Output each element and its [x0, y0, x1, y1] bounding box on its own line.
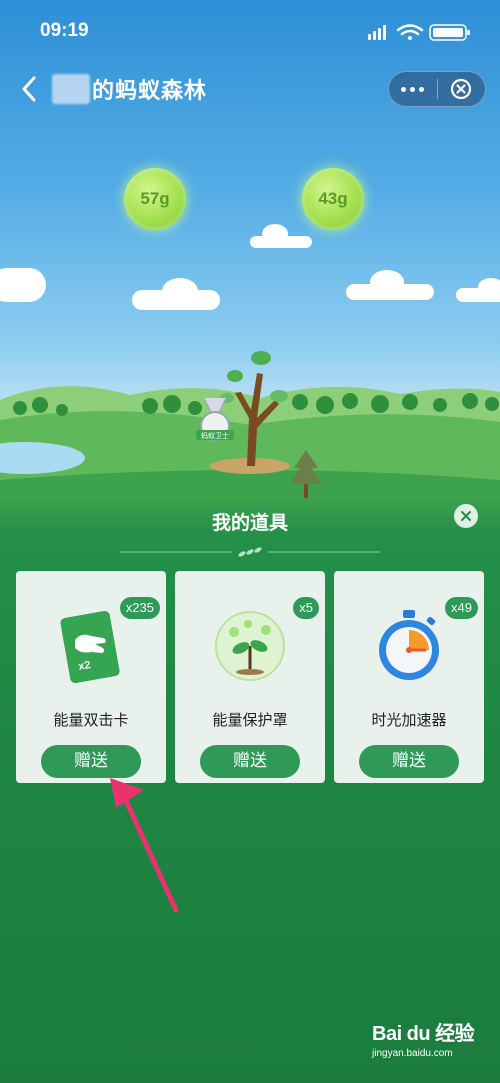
dot-icon — [401, 86, 407, 92]
item-name: 时光加速器 — [371, 711, 447, 729]
card-multiplier-label: x2 — [77, 659, 91, 673]
energy-ball[interactable]: 57g — [124, 168, 186, 230]
panel-close-button[interactable] — [454, 504, 478, 528]
plant-protection-shield-icon — [215, 611, 285, 681]
leaf-divider — [120, 547, 380, 557]
cloud — [370, 270, 404, 294]
item-count-badge: x49 — [445, 597, 478, 619]
watermark-url: jingyan.baidu.com — [372, 1048, 453, 1059]
medal-badge-icon: 蚂蚁卫士 — [196, 398, 234, 441]
stopwatch-icon — [379, 610, 439, 680]
miniprogram-capsule — [388, 71, 486, 107]
dot-icon — [419, 86, 425, 92]
wifi-icon — [396, 24, 424, 36]
page-title-text: 的蚂蚁森林 — [92, 79, 208, 104]
nav-bar: 的蚂蚁森林 — [0, 64, 500, 114]
tool-card-double-click: x235 x2 能量双击卡 赠送 — [16, 571, 166, 783]
cloud — [162, 278, 198, 304]
close-circle-icon — [451, 78, 472, 100]
gift-button[interactable]: 赠送 — [359, 745, 459, 778]
tool-card-time-accelerator: x49 时光加速器 赠送 — [334, 571, 484, 783]
battery-icon — [429, 24, 470, 41]
gift-button[interactable]: 赠送 — [200, 745, 300, 778]
item-name: 能量双击卡 — [53, 711, 129, 729]
blurred-username — [52, 74, 90, 104]
item-count-badge: x5 — [293, 597, 319, 619]
close-miniprogram-button[interactable] — [437, 71, 485, 107]
pine-tree-icon — [290, 450, 322, 498]
status-icons — [368, 24, 470, 41]
item-name: 能量保护罩 — [212, 711, 288, 729]
close-icon — [461, 511, 471, 521]
watermark-logo: Bai du 经验 — [372, 1023, 475, 1045]
hand-double-click-card-icon: x2 — [60, 610, 120, 684]
signal-icon — [368, 25, 386, 40]
status-bar: 09:19 — [0, 0, 500, 60]
panel-title: 我的道具 — [211, 512, 288, 534]
cloud — [262, 224, 288, 244]
more-button[interactable] — [389, 71, 437, 107]
annotation-arrow-icon — [110, 778, 179, 913]
cloud — [478, 278, 500, 296]
cloud — [0, 268, 46, 302]
page-title: 的蚂蚁森林 — [52, 74, 207, 104]
tool-card-protection-shield: x5 能量保护罩 赠送 — [175, 571, 325, 783]
medal-badge-label: 蚂蚁卫士 — [201, 431, 229, 440]
baidu-jingyan-watermark: Bai du 经验 jingyan.baidu.com — [372, 1017, 482, 1069]
energy-ball-label: 57g — [140, 189, 170, 208]
energy-ball-label: 43g — [318, 189, 348, 208]
status-time: 09:19 — [40, 20, 89, 41]
energy-ball[interactable]: 43g — [302, 168, 364, 230]
dot-icon — [410, 86, 416, 92]
back-arrow-icon[interactable] — [14, 72, 44, 106]
